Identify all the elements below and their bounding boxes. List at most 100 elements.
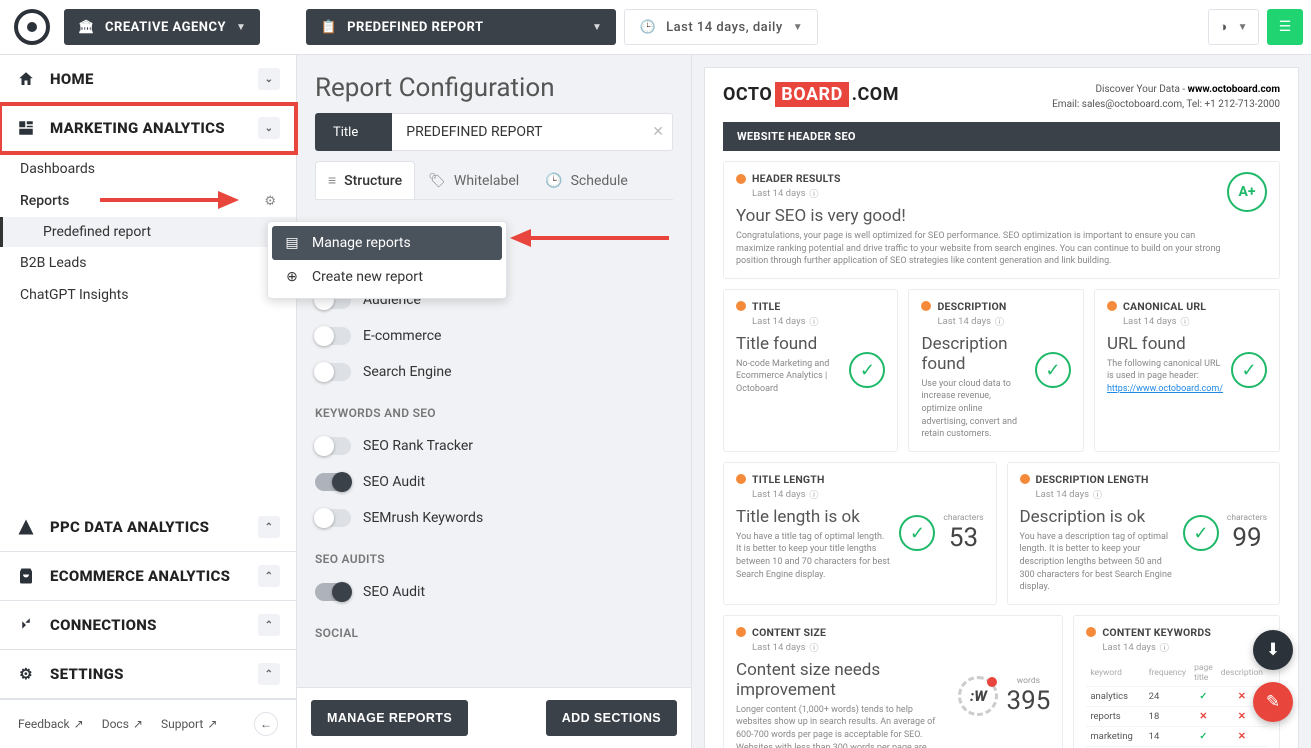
chevron-up-icon: ⌃ [258,663,280,685]
sidebar-item-reports[interactable]: Reports ⚙ [0,185,296,217]
toggle-switch[interactable] [315,583,351,601]
bulb-icon [736,627,746,637]
bank-icon: 🏛 [78,20,95,35]
clipboard-icon: 📋 [320,20,337,35]
section-toggle-row: SEO Rank Tracker [315,428,673,464]
feedback-link[interactable]: Feedback↗ [18,717,84,731]
sidebar-home[interactable]: HOME ⌄ [0,55,296,103]
sidebar-item-label: ChatGPT Insights [20,287,129,303]
sidebar-item-b2b[interactable]: B2B Leads [0,247,296,279]
toggle-switch[interactable] [315,473,351,491]
chevron-up-icon: ⌃ [258,614,280,636]
title-value: PREDEFINED REPORT [406,124,542,140]
caret-down-icon: ▼ [592,22,602,33]
tab-whitelabel[interactable]: 🏷 Whitelabel [415,161,532,199]
ctx-manage-reports[interactable]: ▤ Manage reports [272,226,502,260]
tab-label: Structure [344,173,402,189]
widget-headline: Your SEO is very good! [736,206,1227,226]
app-logo [14,9,50,45]
clock-icon: 🕒 [545,173,562,189]
table-row: marketing14 ✓ ✕ [1086,726,1267,746]
ctx-label: Create new report [312,269,423,285]
sidebar-section-settings[interactable]: ⚙ SETTINGS ⌃ [0,650,296,698]
widget-head: HEADER RESULTS [752,172,841,185]
bulb-icon [1086,627,1096,637]
tab-structure[interactable]: ≡ Structure [315,161,415,199]
grade-badge: A+ [1227,172,1267,212]
list-icon: ≡ [328,172,336,189]
preview-brand-logo: OCTO BOARD .COM [723,82,899,107]
widget-card: DESCRIPTION Last 14 days Description fou… [908,289,1083,452]
support-link[interactable]: Support↗ [161,717,217,731]
theme-selector[interactable]: ◑ ▼ [1208,9,1259,45]
section-group-title: SEO AUDITS [315,552,673,566]
section-toggle-row: SEMrush Keywords [315,500,673,536]
manage-reports-button[interactable]: MANAGE REPORTS [311,700,468,736]
widget-content-size: CONTENT SIZE Last 14 days Content size n… [723,615,1063,748]
report-preview-pane: OCTO BOARD .COM Discover Your Data - www… [692,55,1311,748]
org-selector[interactable]: 🏛 CREATIVE AGENCY ▼ [64,9,260,45]
sidebar-footer: Feedback↗ Docs↗ Support↗ ← [0,699,296,748]
org-label: CREATIVE AGENCY [105,20,226,35]
sidebar-home-label: HOME [50,70,94,88]
table-row: reports18 ✕ ✕ [1086,706,1267,726]
title-field-label: Title [315,113,392,151]
widget-head: CONTENT SIZE [752,626,826,639]
widget-head: CONTENT KEYWORDS [1102,626,1211,639]
tag-icon: 🏷 [428,173,446,189]
pencil-icon: ✎ [1266,692,1280,712]
collapse-sidebar-button[interactable]: ← [254,712,278,736]
gear-icon: ⚙ [16,664,36,684]
gear-icon[interactable]: ⚙ [264,194,276,209]
widget-card: TITLE LENGTH Last 14 days Title length i… [723,462,997,605]
caret-down-icon: ▼ [236,22,246,33]
date-range-selector[interactable]: 🕒 Last 14 days, daily ▼ [624,9,818,45]
sidebar-section-label: PPC DATA ANALYTICS [50,518,209,536]
edit-fab[interactable]: ✎ [1253,682,1293,722]
keywords-table: keywordfrequencypage titledescriptionana… [1086,660,1267,748]
section-toggle-row: SEO Audit [315,464,673,500]
sidebar-section-marketing[interactable]: MARKETING ANALYTICS ⌄ [0,104,296,152]
hamburger-icon: ☰ [1279,19,1292,35]
sidebar-item-chatgpt[interactable]: ChatGPT Insights [0,279,296,311]
external-icon: ↗ [133,717,143,731]
sidebar-section-ecommerce[interactable]: ECOMMERCE ANALYTICS ⌃ [0,552,296,600]
sidebar-section-label: ECOMMERCE ANALYTICS [50,567,230,585]
toggle-switch[interactable] [315,437,351,455]
sidebar-item-dashboards[interactable]: Dashboards [0,153,296,185]
title-input[interactable]: PREDEFINED REPORT ✕ [392,113,673,151]
sidebar-subitem-predefined[interactable]: Predefined report [0,217,296,247]
download-icon: ⬇ [1266,640,1280,660]
add-sections-button[interactable]: ADD SECTIONS [546,700,677,736]
external-icon: ↗ [74,717,84,731]
section-group-title: KEYWORDS AND SEO [315,406,673,420]
widget-subtitle: Last 14 days [752,641,950,654]
sidebar-section-label: MARKETING ANALYTICS [50,119,225,137]
sidebar-section-connections[interactable]: CONNECTIONS ⌃ [0,601,296,649]
page-title: Report Configuration [315,73,673,103]
config-panel: Report Configuration Title PREDEFINED RE… [297,55,692,748]
download-fab[interactable]: ⬇ [1253,630,1293,670]
toggle-switch[interactable] [315,509,351,527]
docs-link[interactable]: Docs↗ [102,717,143,731]
sidebar-section-ppc[interactable]: PPC DATA ANALYTICS ⌃ [0,503,296,551]
clock-icon: 🕒 [639,20,656,35]
plus-circle-icon: ⊕ [284,269,300,285]
toggle-switch[interactable] [315,363,351,381]
toggle-label: E-commerce [363,328,441,344]
widget-subtitle: Last 14 days [1102,641,1267,654]
metric-value: 395 [1006,686,1050,716]
ctx-create-report[interactable]: ⊕ Create new report [272,260,502,294]
report-selector[interactable]: 📋 PREDEFINED REPORT ▼ [306,9,616,45]
section-toggle-row: Search Engine [315,354,673,390]
tab-label: Schedule [571,173,628,189]
report-select-label: PREDEFINED REPORT [347,20,483,35]
caret-down-icon: ▼ [1238,22,1248,33]
tab-label: Whitelabel [454,173,519,189]
sidebar-item-label: Reports [20,193,69,209]
clear-icon[interactable]: ✕ [652,124,664,140]
chevron-down-icon: ⌄ [258,68,280,90]
toggle-switch[interactable] [315,327,351,345]
tab-schedule[interactable]: 🕒 Schedule [532,161,641,199]
menu-button[interactable]: ☰ [1267,9,1303,45]
